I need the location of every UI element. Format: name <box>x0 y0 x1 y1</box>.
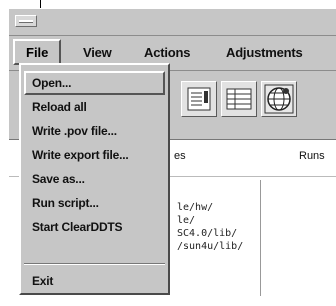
title-bar <box>9 9 336 36</box>
path-line: le/hw/ <box>177 202 214 213</box>
menu-item-write-pov[interactable]: Write .pov file... <box>24 119 165 143</box>
table-icon[interactable] <box>221 81 257 117</box>
menu-item-reload-all[interactable]: Reload all <box>24 95 165 119</box>
window-edge-line <box>40 0 41 8</box>
menu-item-run-script[interactable]: Run script... <box>24 191 165 215</box>
menu-item-open[interactable]: Open... <box>24 71 165 95</box>
menu-file-label: File <box>26 45 49 60</box>
path-line: le/ <box>177 215 196 226</box>
menu-item-write-export[interactable]: Write export file... <box>24 143 165 167</box>
column-divider <box>260 180 261 296</box>
document-list-icon[interactable] <box>181 81 217 117</box>
path-line: /sun4u/lib/ <box>177 241 244 252</box>
menu-item-save-as[interactable]: Save as... <box>24 167 165 191</box>
menu-view[interactable]: View <box>83 45 112 60</box>
menu-adjustments[interactable]: Adjustments <box>226 45 303 60</box>
column-header-files: es <box>174 150 186 162</box>
menu-file[interactable]: File <box>13 39 61 65</box>
menu-item-exit[interactable]: Exit <box>24 269 165 293</box>
file-dropdown-menu: Open... Reload all Write .pov file... Wr… <box>19 63 170 295</box>
window-menu-button[interactable] <box>15 15 37 27</box>
window-menu-icon <box>19 20 33 23</box>
path-line: SC4.0/lib/ <box>177 228 238 239</box>
column-header-runs: Runs <box>299 150 325 162</box>
menu-separator <box>24 263 165 265</box>
menu-actions[interactable]: Actions <box>144 45 190 60</box>
globe-icon[interactable] <box>261 81 297 117</box>
menu-item-start-clearddts[interactable]: Start ClearDDTS <box>24 215 165 239</box>
